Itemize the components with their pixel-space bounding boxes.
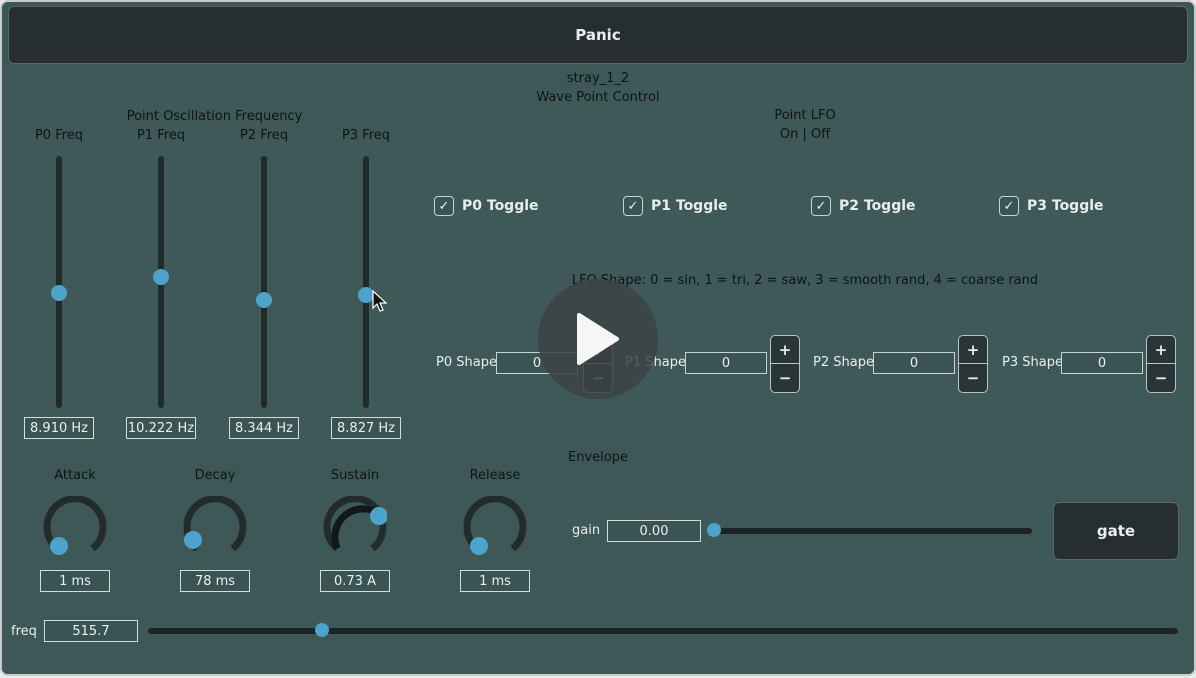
plus-icon[interactable]: + (771, 336, 799, 364)
minus-icon[interactable]: − (959, 364, 987, 391)
freq-slider-thumb[interactable] (153, 269, 169, 285)
plus-icon[interactable]: + (959, 336, 987, 364)
freq-slider-label: P0 Freq (34, 128, 84, 143)
checkmark-icon[interactable]: ✓ (434, 196, 454, 216)
checkmark-icon[interactable]: ✓ (999, 196, 1019, 216)
play-button[interactable] (538, 279, 658, 399)
knob-value-box[interactable]: 1 ms (460, 570, 530, 592)
gain-value-box[interactable]: 0.00 (607, 520, 701, 542)
toggle-label: P2 Toggle (839, 198, 916, 214)
p1-toggle[interactable]: ✓ P1 Toggle (623, 196, 728, 216)
gain-slider-track[interactable] (714, 528, 1032, 534)
gain-slider-thumb[interactable] (707, 523, 721, 537)
toggle-label: P1 Toggle (651, 198, 728, 214)
minus-icon[interactable]: − (771, 364, 799, 391)
plugin-window: Panic stray_1_2 Wave Point Control Point… (0, 0, 1196, 676)
freq-slider-track[interactable] (148, 628, 1178, 634)
freq-slider-label: P3 Freq (341, 128, 391, 143)
freq-slider-track[interactable] (363, 156, 369, 408)
mouse-cursor-icon (372, 290, 388, 312)
osc-title: Point Oscillation Frequency (126, 109, 303, 124)
decay-knob-control: Decay 78 ms (165, 468, 265, 594)
freq-value-box[interactable]: 515.7 (44, 620, 138, 642)
p2-shape-control: P2 Shape 0 + − (811, 334, 991, 394)
attack-knob-control: Attack 1 ms (25, 468, 125, 594)
freq-value-box[interactable]: 8.344 Hz (229, 417, 299, 439)
knob-label: Sustain (330, 468, 380, 483)
freq-slider-track[interactable] (261, 156, 267, 408)
freq-slider-p1: P1 Freq 10.222 Hz (111, 126, 211, 446)
freq-slider-p2: P2 Freq 8.344 Hz (214, 126, 314, 446)
point-lfo-panel: Point LFO On | Off ✓ P0 Toggle ✓ P1 Togg… (430, 102, 1190, 446)
knob-label: Release (469, 468, 521, 483)
knob-value-box[interactable]: 0.73 A (320, 570, 390, 592)
sustain-knob[interactable] (323, 496, 387, 560)
lfo-subtitle: On | Off (779, 127, 831, 142)
p0-toggle[interactable]: ✓ P0 Toggle (434, 196, 539, 216)
release-knob-control: Release 1 ms (445, 468, 545, 594)
knob-label: Decay (194, 468, 236, 483)
patch-name: stray_1_2 (566, 71, 630, 86)
freq-slider-label: P1 Freq (136, 128, 186, 143)
checkmark-icon[interactable]: ✓ (623, 196, 643, 216)
envelope-panel: Envelope Attack 1 ms Decay 78 ms Sustain (2, 448, 1194, 596)
freq-slider-thumb[interactable] (315, 623, 329, 637)
panic-button[interactable]: Panic (8, 6, 1188, 64)
freq-slider-label: P2 Freq (239, 128, 289, 143)
gain-label: gain (572, 523, 601, 538)
freq-value-box[interactable]: 8.910 Hz (24, 417, 94, 439)
shape-label: P0 Shape (436, 355, 497, 370)
freq-slider-thumb[interactable] (256, 292, 272, 308)
freq-slider-p3: P3 Freq 8.827 Hz (316, 126, 416, 446)
freq-slider-thumb[interactable] (51, 285, 67, 301)
sustain-knob-control: Sustain 0.73 A (305, 468, 405, 594)
p2-toggle[interactable]: ✓ P2 Toggle (811, 196, 916, 216)
freq-value-box[interactable]: 10.222 Hz (126, 417, 196, 439)
freq-slider-p0: P0 Freq 8.910 Hz (9, 126, 109, 446)
shape-stepper: + − (1146, 335, 1176, 393)
attack-knob[interactable] (43, 496, 107, 560)
lfo-shape-help: LFO Shape: 0 = sin, 1 = tri, 2 = saw, 3 … (571, 273, 1039, 288)
plus-icon[interactable]: + (1147, 336, 1175, 364)
play-icon (577, 313, 619, 365)
freq-slider-group: P0 Freq 8.910 Hz P1 Freq 10.222 Hz P2 Fr… (2, 126, 427, 446)
toggle-label: P3 Toggle (1027, 198, 1104, 214)
shape-number-field[interactable]: 0 (873, 352, 955, 374)
freq-value-box[interactable]: 8.827 Hz (331, 417, 401, 439)
gate-button[interactable]: gate (1053, 502, 1179, 560)
checkmark-icon[interactable]: ✓ (811, 196, 831, 216)
shape-number-field[interactable]: 0 (1061, 352, 1143, 374)
knob-value-box[interactable]: 78 ms (180, 570, 250, 592)
freq-label: freq (11, 624, 37, 639)
knob-label: Attack (54, 468, 96, 483)
toggle-label: P0 Toggle (462, 198, 539, 214)
shape-number-field[interactable]: 0 (685, 352, 767, 374)
decay-knob[interactable] (183, 496, 247, 560)
p3-toggle[interactable]: ✓ P3 Toggle (999, 196, 1104, 216)
release-knob[interactable] (463, 496, 527, 560)
lfo-title: Point LFO (774, 108, 836, 123)
shape-label: P3 Shape (1002, 355, 1063, 370)
shape-label: P2 Shape (813, 355, 874, 370)
shape-stepper: + − (958, 335, 988, 393)
p3-shape-control: P3 Shape 0 + − (1000, 334, 1180, 394)
envelope-title: Envelope (568, 450, 628, 465)
shape-stepper: + − (770, 335, 800, 393)
freq-slider-track[interactable] (56, 156, 62, 408)
knob-value-box[interactable]: 1 ms (40, 570, 110, 592)
freq-control: freq 515.7 (2, 598, 1194, 674)
minus-icon[interactable]: − (1147, 364, 1175, 391)
